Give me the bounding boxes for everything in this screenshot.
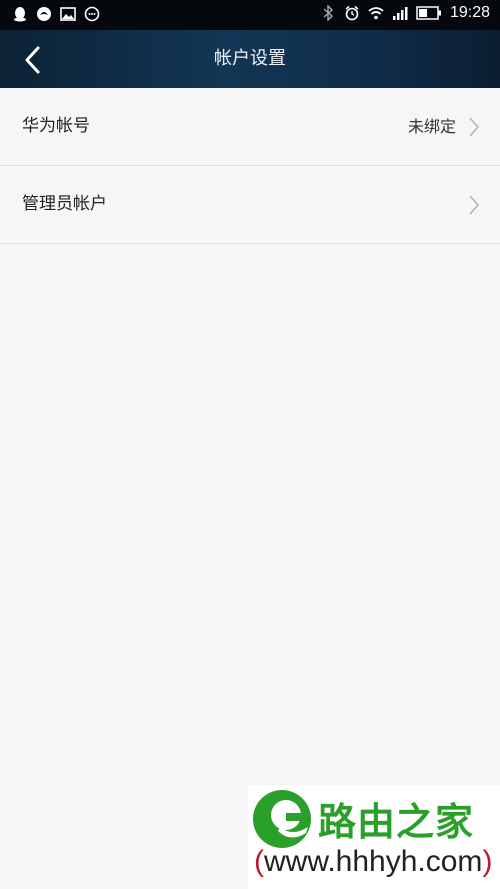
chevron-right-icon: [469, 117, 480, 137]
status-time: 19:28: [449, 4, 490, 21]
image-icon: [60, 7, 76, 21]
battery-icon: [416, 6, 441, 20]
watermark-logo-text: 路由之家: [318, 800, 475, 844]
watermark-paren-close: ): [482, 845, 493, 878]
status-bar-system: 19:28: [320, 4, 490, 22]
account-settings-list: 华为帐号 未绑定 管理员帐户: [0, 88, 500, 244]
watermark-url: (www.hhhyh.com): [254, 845, 492, 879]
status-bar-notifications: [12, 6, 100, 22]
watermark-logo-icon: [253, 790, 311, 848]
chevron-right-icon: [469, 195, 480, 215]
watermark-url-text: www.hhhyh.com: [264, 845, 483, 878]
signal-icon: [392, 7, 408, 20]
bluetooth-icon: [323, 5, 333, 21]
list-item-admin-account[interactable]: 管理员帐户: [0, 166, 500, 244]
chat-icon: [84, 6, 100, 22]
watermark: 路由之家 (www.hhhyh.com): [248, 785, 500, 889]
status-bar: 19:28: [0, 0, 500, 30]
baidu-icon: [37, 7, 51, 21]
qq-icon: [14, 7, 26, 22]
list-item-value: 未绑定: [407, 117, 456, 136]
watermark-paren-open: (: [254, 845, 264, 878]
wifi-icon: [368, 7, 384, 20]
page-title: 帐户设置: [214, 48, 286, 69]
app-header: 帐户设置: [0, 30, 500, 88]
list-item-label: 管理员帐户: [22, 194, 107, 214]
list-item-label: 华为帐号: [22, 116, 90, 136]
alarm-icon: [345, 5, 359, 21]
list-item-huawei-account[interactable]: 华为帐号 未绑定: [0, 88, 500, 166]
